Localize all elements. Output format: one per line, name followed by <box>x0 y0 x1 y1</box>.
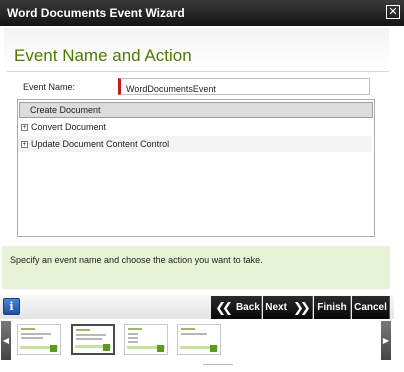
cancel-button[interactable]: Cancel <box>352 296 390 319</box>
wizard-window: Word Documents Event Wizard ✕ Event Name… <box>0 0 404 372</box>
page-thumbnail-active[interactable] <box>71 324 115 355</box>
scroll-right-icon[interactable]: ▶ <box>381 321 391 360</box>
action-item-convert-document[interactable]: + Convert Document <box>18 119 372 135</box>
chevron-left-icon: ❮❮ <box>215 299 233 315</box>
next-button-label: Next <box>265 302 287 313</box>
action-item-label: Create Document <box>30 105 101 115</box>
help-text: Specify an event name and choose the act… <box>10 255 263 265</box>
divider <box>7 71 389 72</box>
page-thumbnail[interactable] <box>17 324 61 355</box>
action-item-label: Convert Document <box>31 122 107 132</box>
title-bar: Word Documents Event Wizard ✕ <box>0 0 404 26</box>
page-thumbnail[interactable] <box>177 324 221 355</box>
info-icon[interactable]: i <box>3 298 20 315</box>
page-thumbnail[interactable] <box>124 324 168 355</box>
window-title: Word Documents Event Wizard <box>7 6 185 20</box>
chevron-right-icon: ❯❯ <box>292 299 311 315</box>
back-button-label: Back <box>235 302 260 313</box>
expand-icon[interactable]: + <box>21 140 28 148</box>
action-item-label: Update Document Content Control <box>31 139 170 149</box>
strip-scroll-indicator <box>203 364 233 365</box>
help-panel <box>2 246 390 289</box>
page-title: Event Name and Action <box>14 46 192 65</box>
next-button[interactable]: Next ❯❯ <box>263 296 313 319</box>
action-item-update-content-control[interactable]: + Update Document Content Control <box>18 136 372 152</box>
event-name-field[interactable] <box>121 81 369 97</box>
close-icon[interactable]: ✕ <box>386 5 400 19</box>
back-button[interactable]: ❮❮ Back <box>211 296 262 319</box>
event-name-field-wrapper <box>118 78 370 97</box>
event-name-label: Event Name: <box>23 82 76 92</box>
action-item-create-document[interactable]: Create Document <box>19 102 373 118</box>
expand-icon[interactable]: + <box>21 123 28 131</box>
finish-button[interactable]: Finish <box>314 296 351 319</box>
scroll-left-icon[interactable]: ◀ <box>1 321 11 360</box>
